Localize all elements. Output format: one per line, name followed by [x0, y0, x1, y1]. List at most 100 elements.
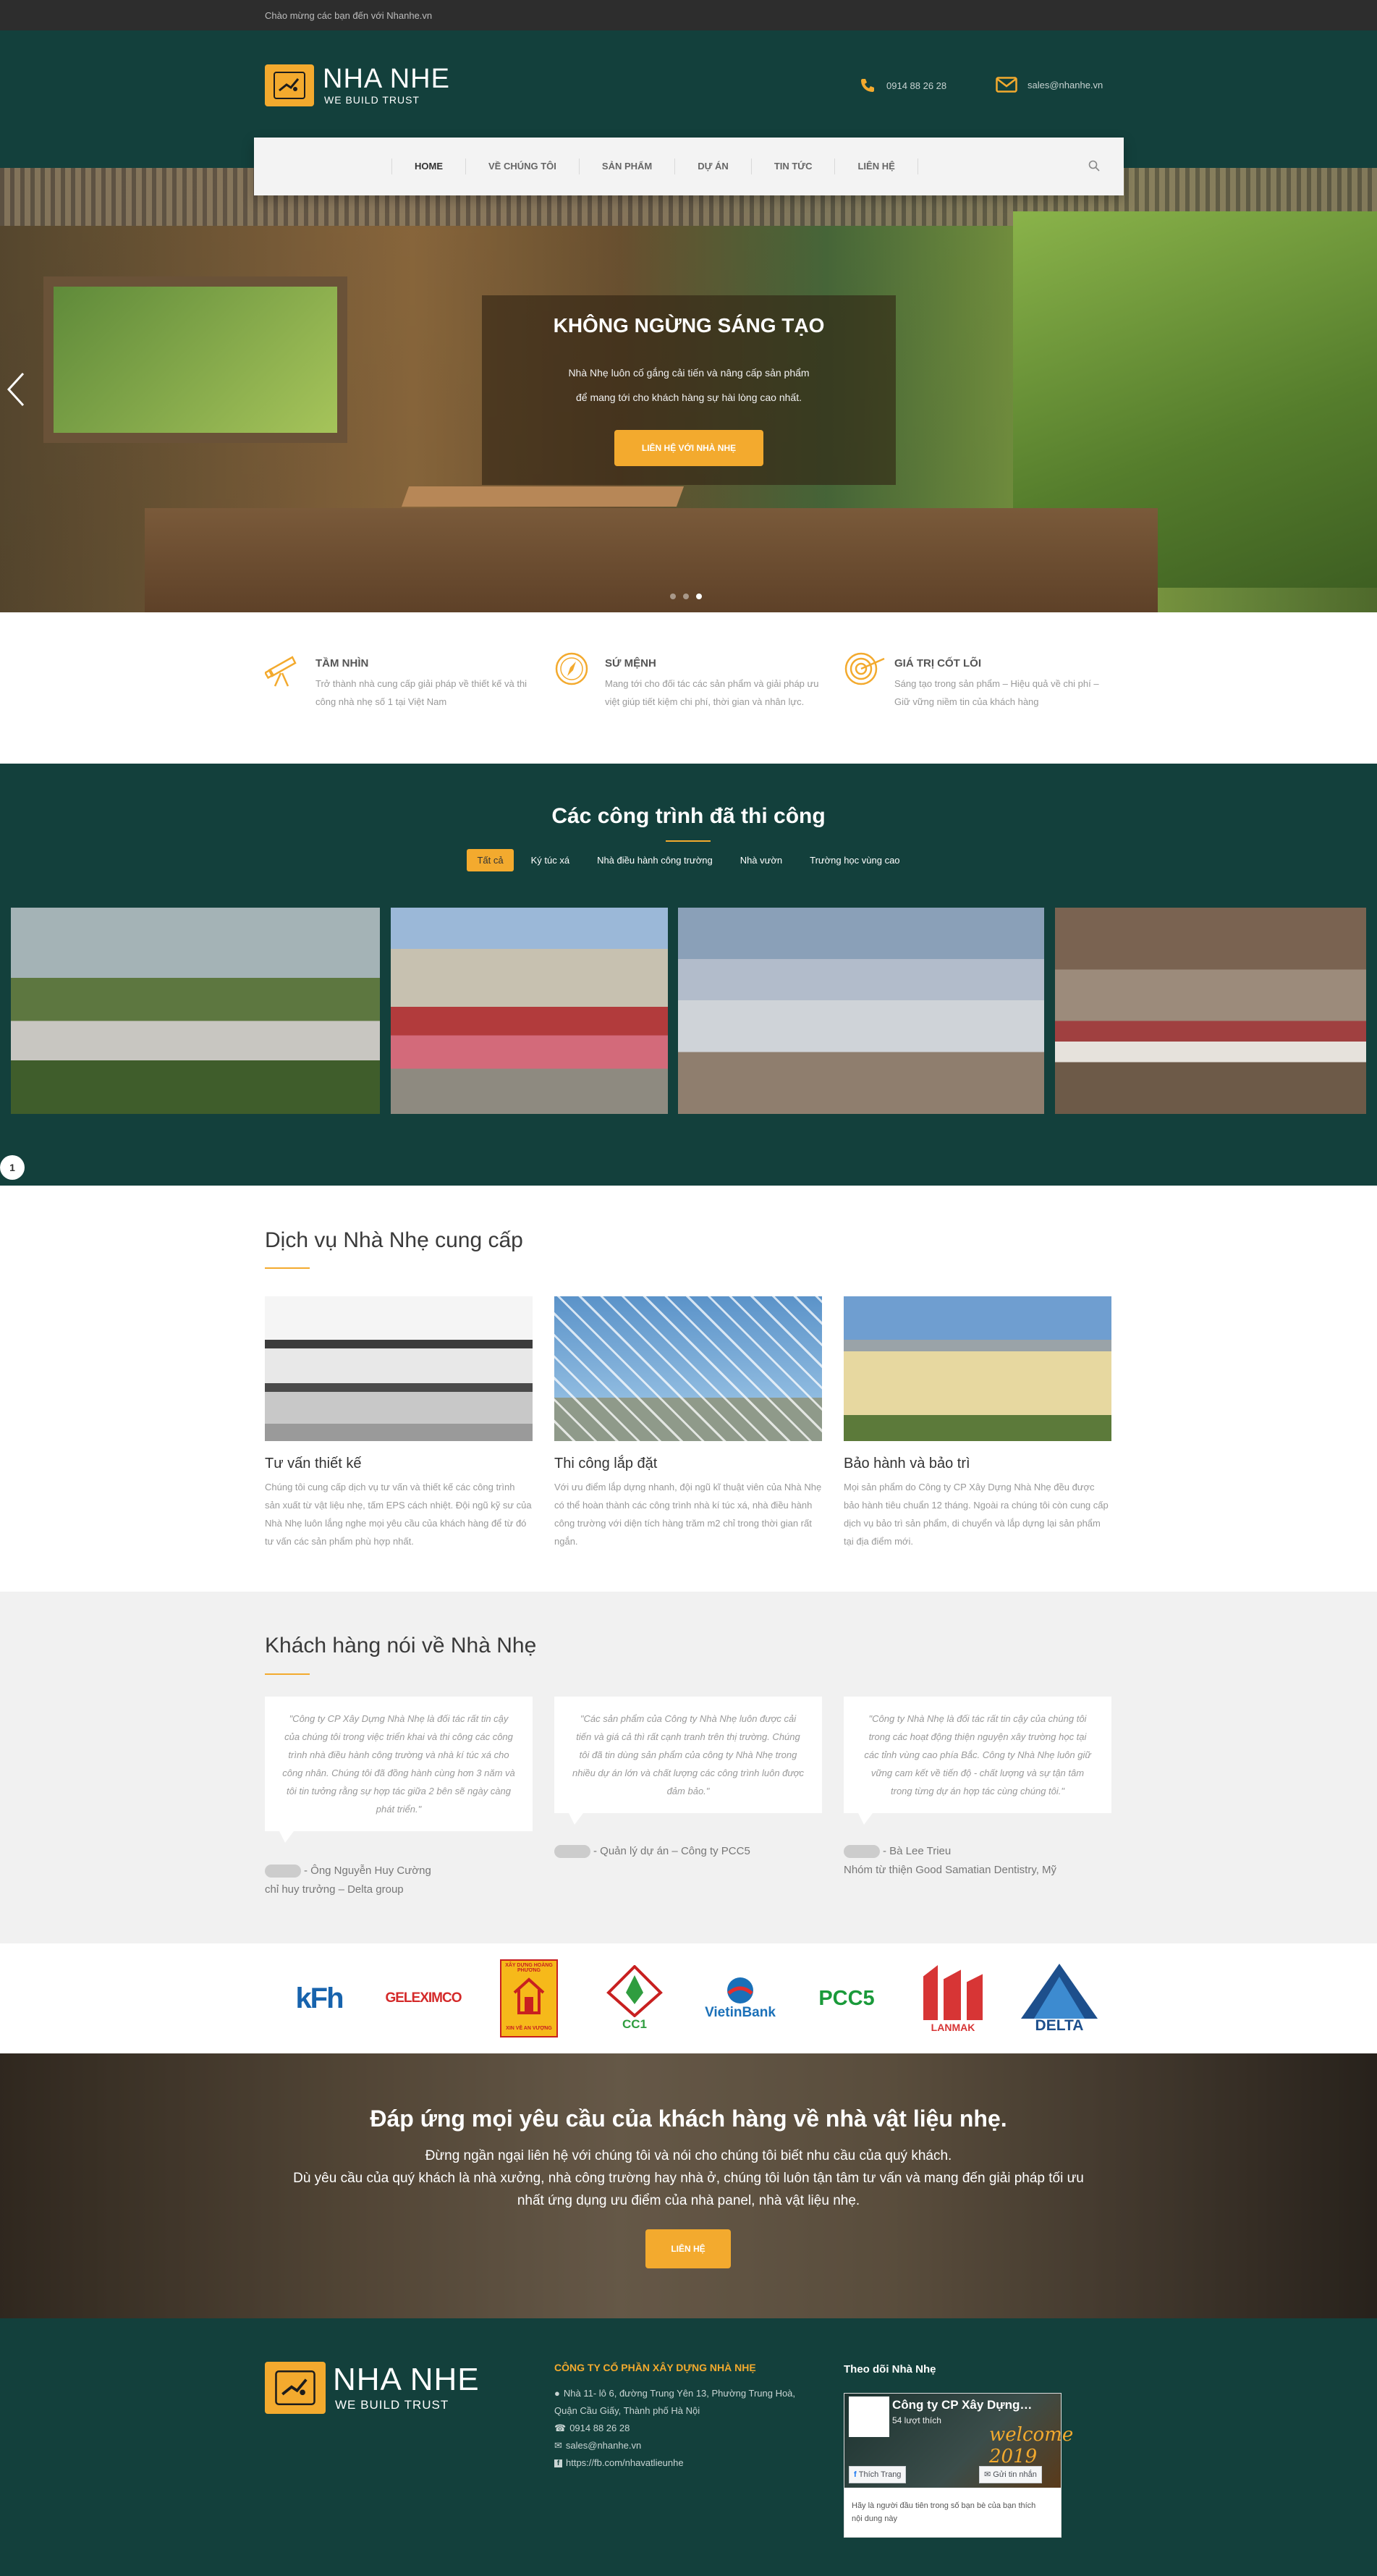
- hero-window: [43, 276, 347, 443]
- cta-title: Đáp ứng mọi yêu cầu của khách hàng về nh…: [370, 2106, 1007, 2132]
- target-icon: [844, 652, 885, 685]
- service-image: [844, 1296, 1111, 1441]
- feature-title: GIÁ TRỊ CỐT LÕI: [894, 657, 981, 670]
- message-icon: ✉: [984, 2470, 993, 2479]
- hero-caption: KHÔNG NGỪNG SÁNG TẠO Nhà Nhẹ luôn cố gắn…: [482, 295, 896, 485]
- facebook-icon: f: [554, 2459, 562, 2467]
- phone-icon: [861, 79, 874, 92]
- footer-follow-title: Theo dõi Nhà Nhẹ: [844, 2363, 936, 2376]
- service-card-warranty[interactable]: Bảo hành và bảo trì Mọi sản phẩm do Công…: [844, 1296, 1111, 1550]
- nav-news[interactable]: TIN TỨC: [750, 159, 835, 174]
- hero-contact-button[interactable]: LIÊN HỆ VỚI NHÀ NHẸ: [614, 430, 763, 466]
- author-name: - Quản lý dự án – Công ty PCC5: [593, 1845, 750, 1857]
- project-image-mountain-camp[interactable]: [1055, 908, 1366, 1114]
- nav-contact[interactable]: LIÊN HỆ: [834, 159, 918, 174]
- slider-dots: [670, 594, 702, 599]
- fb-page-avatar[interactable]: [849, 2396, 889, 2437]
- logo-title[interactable]: NHA NHE: [323, 64, 450, 95]
- partner-logo-pcc5[interactable]: PCC5: [810, 1959, 883, 2037]
- partner-logo-vietinbank[interactable]: VietinBank: [700, 1959, 780, 2037]
- logo-tagline: WE BUILD TRUST: [324, 94, 420, 106]
- site-footer: NHA NHE WE BUILD TRUST CÔNG TY CỔ PHẦN X…: [0, 2318, 1377, 2576]
- service-card-design[interactable]: Tư vấn thiết kế Chúng tôi cung cấp dịch …: [265, 1296, 533, 1550]
- feature-text: Mang tới cho đối tác các sản phẩm và giả…: [605, 678, 819, 707]
- footer-logo-icon[interactable]: [265, 2362, 326, 2414]
- project-image-warehouse[interactable]: [678, 908, 1044, 1114]
- feature-text: Sáng tạo trong sản phẩm – Hiệu quả về ch…: [894, 678, 1099, 707]
- testimonial-author: - Quản lý dự án – Công ty PCC5: [554, 1842, 750, 1861]
- hero-floor: [145, 508, 1158, 612]
- services-title: Dịch vụ Nhà Nhẹ cung cấp: [265, 1228, 523, 1252]
- project-image-school[interactable]: [391, 908, 668, 1114]
- nav-home[interactable]: HOME: [391, 159, 465, 174]
- phone-number: 0914 88 26 28: [886, 80, 947, 91]
- cta-line-2: Dù yêu cầu của quý khách là nhà xưởng, n…: [293, 2171, 1084, 2186]
- project-filters: Tất cả Ký túc xá Nhà điều hành công trườ…: [0, 849, 1377, 871]
- partner-logo-hoang-phuong[interactable]: XÂY DỰNG HOÀNG PHƯƠNG XIN VỀ AN VƯỢNG: [499, 1959, 559, 2037]
- footer-facebook-link[interactable]: f https://fb.com/nhavatlieunhe: [554, 2454, 795, 2472]
- footer-contact-list: ● Nhà 11- lô 6, đường Trung Yên 13, Phườn…: [554, 2385, 795, 2472]
- footer-company-name: CÔNG TY CỔ PHẦN XÂY DỰNG NHÀ NHẸ: [554, 2362, 756, 2373]
- facebook-page-widget[interactable]: Công ty CP Xây Dựng… 54 lượt thích welco…: [844, 2393, 1073, 2538]
- filter-highland-school[interactable]: Trường học vùng cao: [800, 849, 910, 871]
- cta-line-1: Đừng ngần ngại liên hệ với chúng tôi và …: [425, 2148, 952, 2163]
- mail-icon: [996, 77, 1017, 93]
- project-image-garden-house[interactable]: [11, 908, 380, 1114]
- filter-garden-house[interactable]: Nhà vườn: [730, 849, 792, 871]
- footer-phone[interactable]: ☎ 0914 88 26 28: [554, 2420, 795, 2437]
- fb-note: Hãy là người đầu tiên trong số bạn bè củ…: [852, 2501, 1036, 2523]
- testimonial-quote: "Công ty CP Xây Dựng Nhà Nhẹ là đối tác …: [265, 1697, 533, 1843]
- hero-table: [401, 486, 685, 507]
- cta-line-3: nhất ứng dụng ưu điểm của nhà panel, nhà…: [517, 2193, 860, 2208]
- cta-contact-button[interactable]: LIÊN HỆ: [645, 2229, 731, 2268]
- nav-about[interactable]: VỀ CHÚNG TÔI: [465, 159, 579, 174]
- fb-message-button[interactable]: ✉ Gửi tin nhắn: [979, 2466, 1042, 2483]
- logo-icon[interactable]: [265, 64, 314, 106]
- partner-logo-kfh[interactable]: kFh: [287, 1959, 352, 2037]
- welcome-text: Chào mừng các bạn đến với Nhanhe.vn: [265, 10, 433, 21]
- fb-like-count: 54 lượt thích: [892, 2415, 941, 2425]
- filter-dormitory[interactable]: Ký túc xá: [521, 849, 580, 871]
- map-marker-icon: ●: [554, 2388, 560, 2399]
- hero-title: KHÔNG NGỪNG SÁNG TẠO: [553, 314, 825, 337]
- slider-dot-active[interactable]: [696, 594, 702, 599]
- testimonials-title: Khách hàng nói về Nhà Nhẹ: [265, 1634, 537, 1657]
- partner-logo-cc1[interactable]: CC1: [602, 1959, 667, 2037]
- email-address: sales@nhanhe.vn: [1028, 79, 1103, 90]
- author-role: chỉ huy trưởng – Delta group: [265, 1883, 404, 1896]
- slider-dot[interactable]: [670, 594, 676, 599]
- fb-cover-text: welcome 2019: [989, 2424, 1074, 2467]
- facebook-icon: f: [854, 2470, 859, 2479]
- feature-mission: SỨ MỆNH Mang tới cho đối tác các sản phẩ…: [554, 651, 829, 724]
- footer-logo-title[interactable]: NHA NHE: [333, 2362, 480, 2398]
- slider-dot[interactable]: [683, 594, 689, 599]
- main-nav: HOME VỀ CHÚNG TÔI SẢN PHẨM DỰ ÁN TIN TỨC…: [254, 138, 1124, 195]
- partner-logo-delta[interactable]: DELTA: [1016, 1959, 1103, 2037]
- title-underline: [265, 1673, 310, 1675]
- nav-products[interactable]: SẢN PHẨM: [578, 159, 674, 174]
- feature-title: TẦM NHÌN: [315, 657, 369, 670]
- fb-page-name[interactable]: Công ty CP Xây Dựng…: [892, 2398, 1044, 2412]
- service-image: [554, 1296, 822, 1441]
- projects-page-indicator[interactable]: 1: [0, 1155, 25, 1180]
- partners-strip: kFh GELEXIMCO XÂY DỰNG HOÀNG PHƯƠNG XIN …: [0, 1943, 1377, 2053]
- partner-logo-lanmak[interactable]: LANMAK: [913, 1959, 993, 2037]
- service-card-install[interactable]: Thi công lắp đặt Với ưu điểm lắp dựng nh…: [554, 1296, 822, 1550]
- header-email[interactable]: sales@nhanhe.vn: [996, 77, 1103, 93]
- service-text: Chúng tôi cung cấp dịch vụ tư vấn và thi…: [265, 1482, 532, 1547]
- phone-icon: ☎: [554, 2423, 567, 2433]
- testimonial-author: - Bà Lee Trieu Nhóm từ thiện Good Samati…: [844, 1842, 1056, 1880]
- partner-logo-geleximco[interactable]: GELEXIMCO: [380, 1959, 467, 2037]
- filter-site-office[interactable]: Nhà điều hành công trường: [587, 849, 723, 871]
- hero-slider: KHÔNG NGỪNG SÁNG TẠO Nhà Nhẹ luôn cố gắn…: [0, 168, 1377, 612]
- testimonial-quote: "Các sản phẩm của Công ty Nhà Nhẹ luôn đ…: [554, 1697, 822, 1825]
- footer-address: ● Nhà 11- lô 6, đường Trung Yên 13, Phườn…: [554, 2385, 795, 2402]
- search-icon[interactable]: [1088, 160, 1100, 172]
- fb-like-button[interactable]: f Thích Trang: [849, 2466, 907, 2483]
- header-phone[interactable]: 0914 88 26 28: [859, 77, 946, 94]
- filter-all[interactable]: Tất cả: [467, 849, 514, 871]
- hero-text: Nhà Nhẹ luôn cố gắng cải tiến và nâng cấ…: [482, 360, 896, 410]
- nav-projects[interactable]: DỰ ÁN: [674, 159, 751, 174]
- chevron-left-icon[interactable]: [6, 371, 26, 408]
- footer-email[interactable]: ✉ sales@nhanhe.vn: [554, 2437, 795, 2454]
